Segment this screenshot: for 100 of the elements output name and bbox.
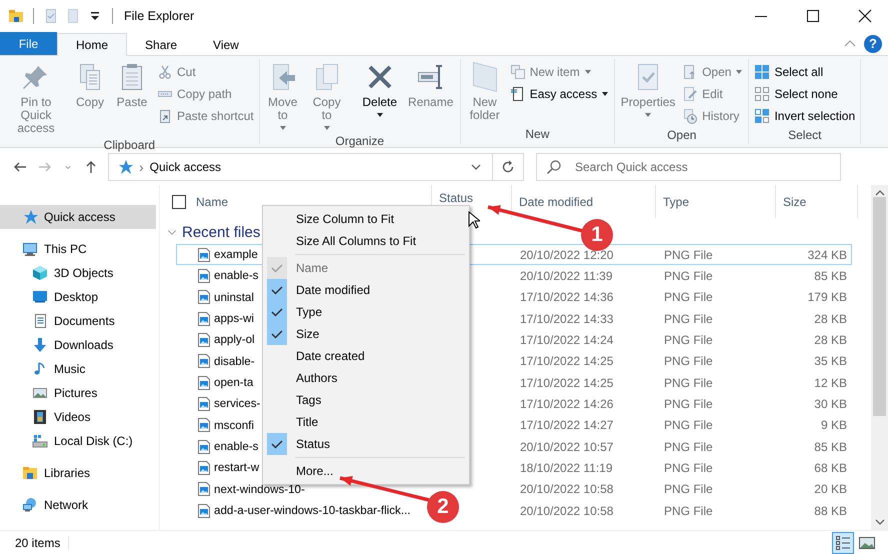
item-count: 20 items — [15, 536, 70, 550]
ribbon-tab[interactable]: Home — [57, 33, 128, 56]
document-icon — [510, 86, 526, 102]
column-header[interactable]: Name — [196, 194, 228, 208]
file-name[interactable]: msconfi — [214, 418, 254, 432]
mouse-pointer-icon — [468, 211, 480, 230]
table-cell: PNG File — [664, 248, 713, 262]
nav-item[interactable]: 3D Objects — [0, 261, 156, 285]
ribbon-tab[interactable]: Share — [127, 33, 196, 56]
star-icon — [117, 159, 133, 175]
file-name[interactable]: example — [214, 248, 258, 262]
menu-item[interactable]: Status — [263, 433, 469, 455]
address-bar[interactable]: › Quick access — [108, 153, 493, 181]
table-cell: 85 KB — [814, 268, 847, 283]
nav-item[interactable]: Documents — [0, 309, 156, 333]
nav-item[interactable]: Local Disk (C:) — [0, 429, 156, 453]
search-field[interactable]: Search Quick access — [536, 153, 841, 181]
star-icon — [22, 209, 38, 225]
column-header[interactable]: Status — [439, 191, 474, 205]
file-name[interactable]: apply-ol — [214, 333, 255, 346]
caret-icon — [735, 69, 744, 75]
file-name[interactable]: enable-s — [214, 269, 258, 282]
file-name[interactable]: apps-wi — [214, 312, 254, 326]
window-title: File Explorer — [124, 9, 194, 23]
file-tab[interactable]: File — [0, 32, 57, 55]
monitor-icon — [32, 289, 48, 305]
ribbon-button[interactable]: Invert selection — [752, 105, 858, 127]
menu-item[interactable]: Size All Columns to Fit — [263, 230, 469, 252]
file-name[interactable]: uninstal — [214, 290, 254, 304]
table-cell: 85 KB — [814, 440, 847, 454]
file-name[interactable]: open-ta — [214, 376, 254, 390]
menu-item[interactable]: Title — [263, 411, 469, 433]
column-header[interactable]: Date modified — [519, 194, 594, 208]
file-name[interactable]: services- — [214, 397, 260, 410]
refresh-button[interactable] — [492, 153, 524, 181]
search-icon — [546, 159, 562, 175]
nav-item[interactable]: Network — [0, 493, 156, 517]
caret-icon — [322, 125, 331, 131]
menu-item[interactable]: Size Column to Fit — [263, 208, 469, 230]
breadcrumb[interactable]: Quick access — [150, 160, 222, 174]
step-badge: 2 — [427, 491, 459, 523]
table-cell: 20/10/2022 11:39 — [520, 268, 613, 283]
table-cell: 17/10/2022 14:26 — [520, 396, 614, 411]
menu-item[interactable]: More... — [263, 460, 469, 482]
table-cell: 17/10/2022 14:25 — [520, 376, 614, 390]
table-cell: PNG File — [664, 482, 713, 496]
table-cell: 28 KB — [814, 332, 847, 347]
select-all-icon — [754, 64, 770, 80]
ribbon-button[interactable]: Delete — [356, 59, 403, 120]
nav-item[interactable]: Videos — [0, 405, 156, 429]
table-cell: PNG File — [664, 460, 713, 475]
invert-selection-icon — [754, 108, 770, 124]
menu-item[interactable]: Size — [263, 323, 469, 345]
table-cell: 17/10/2022 14:24 — [520, 332, 614, 347]
shortcut-icon — [157, 108, 173, 124]
nav-item[interactable]: Quick access — [0, 205, 156, 229]
help-button[interactable]: ? — [864, 34, 882, 52]
file-name[interactable]: restart-w — [214, 461, 260, 474]
scrollbar[interactable] — [871, 185, 888, 530]
file-name[interactable]: enable-s — [214, 440, 258, 454]
nav-item[interactable]: Desktop — [0, 285, 156, 309]
file-name[interactable]: disable- — [214, 354, 255, 368]
ribbon-button[interactable]: Select none — [752, 83, 858, 105]
file-name[interactable]: add-a-user-windows-10-taskbar-flick... — [214, 504, 411, 518]
nav-item[interactable]: Music — [0, 357, 156, 381]
table-cell: 9 KB — [820, 418, 847, 432]
file-name[interactable]: next-windows-10- — [214, 482, 305, 496]
image-file-icon — [196, 353, 212, 370]
table-cell: 30 KB — [814, 396, 847, 411]
table-cell: 20/10/2022 10:58 — [520, 504, 614, 518]
nav-item[interactable]: Pictures — [0, 381, 156, 405]
caret-icon — [601, 91, 610, 97]
nav-item[interactable]: Libraries — [0, 461, 156, 485]
ribbon-tab[interactable]: View — [195, 33, 257, 56]
table-cell: 12 KB — [814, 376, 847, 390]
menu-item[interactable]: Date modified — [263, 279, 469, 301]
menu-item[interactable]: Authors — [263, 367, 469, 389]
nav-item[interactable]: This PC — [0, 237, 156, 261]
image-file-icon — [196, 268, 212, 284]
column-header[interactable]: Type — [663, 194, 690, 208]
menu-item[interactable]: Type — [263, 301, 469, 323]
table-cell: 20 KB — [814, 482, 847, 496]
table-cell: PNG File — [664, 268, 713, 283]
ribbon-button[interactable]: Easy access — [508, 83, 612, 105]
scrollbar-thumb[interactable] — [873, 197, 886, 416]
nav-item[interactable]: Downloads — [0, 333, 156, 357]
menu-item[interactable]: Date created — [263, 345, 469, 367]
group-header[interactable]: Recent files — [166, 220, 262, 244]
table-cell: PNG File — [664, 332, 713, 347]
menu-item[interactable]: Tags — [263, 389, 469, 411]
select-all-checkbox[interactable] — [172, 194, 186, 208]
column-header[interactable]: Size — [783, 194, 806, 208]
details-view-icon — [834, 534, 852, 552]
close-icon — [857, 8, 873, 24]
image-file-icon — [196, 332, 212, 348]
ribbon-button[interactable]: Select all — [752, 61, 858, 83]
properties-icon — [43, 8, 59, 24]
view-button[interactable] — [832, 532, 854, 554]
drive-icon — [32, 433, 48, 449]
table-cell: 18/10/2022 11:19 — [520, 460, 613, 475]
